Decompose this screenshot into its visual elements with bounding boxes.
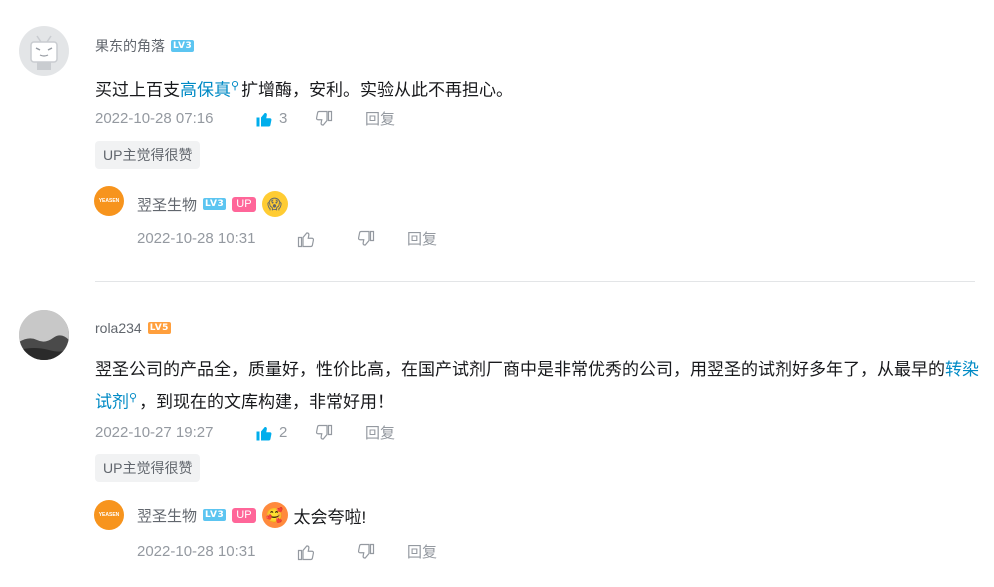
level-badge: LV3 xyxy=(171,40,195,52)
level-badge: LV5 xyxy=(147,322,171,334)
comment-text-part: ，到现在的文库构建，非常好用！ xyxy=(139,392,395,412)
up-liked-tag: UP主觉得很赞 xyxy=(95,141,201,169)
comment-text: 买过上百支高保真⚲ 扩增酶，安利。实验从此不再担心。 xyxy=(95,72,980,105)
comment-text-part: 买过上百支 xyxy=(95,80,180,100)
up-liked-tag: UP主觉得很赞 xyxy=(95,454,201,482)
like-button[interactable] xyxy=(297,543,357,561)
user-avatar[interactable] xyxy=(19,310,69,360)
emoji-icon: 😱 xyxy=(261,191,288,217)
reply-avatar[interactable]: YEASEN xyxy=(94,186,124,216)
thumb-down-icon xyxy=(357,543,375,559)
search-link[interactable]: 高保真 xyxy=(180,81,231,100)
thumb-up-icon xyxy=(256,426,272,440)
comment-meta: 2022-10-27 19:27 2 回复 xyxy=(95,422,395,443)
comment-time: 2022-10-27 19:27 xyxy=(95,424,214,441)
up-badge: UP xyxy=(232,507,256,523)
comment-divider xyxy=(95,281,975,282)
reply-avatar[interactable]: YEASEN xyxy=(94,500,124,530)
search-icon: ⚲ xyxy=(231,80,240,92)
reply-username-row: 翌圣生物 LV3 UP 🥰 太会夸啦! xyxy=(137,502,366,528)
username-text[interactable]: rola234 xyxy=(95,320,142,336)
reply-meta: 2022-10-28 10:31 回复 xyxy=(137,228,437,249)
like-button[interactable] xyxy=(297,230,357,248)
dislike-button[interactable] xyxy=(315,110,365,128)
username-text[interactable]: 果东的角落 xyxy=(95,36,165,56)
emoji-icon: 🥰 xyxy=(261,502,288,528)
like-button[interactable]: 3 xyxy=(255,110,315,128)
thumb-down-icon xyxy=(315,110,333,126)
like-count: 2 xyxy=(279,424,288,441)
landscape-avatar-icon xyxy=(19,310,69,360)
reply-button[interactable]: 回复 xyxy=(407,541,437,562)
reply-username-row: 翌圣生物 LV3 UP 😱 xyxy=(137,191,288,217)
thumb-up-icon xyxy=(297,231,315,247)
level-badge: LV3 xyxy=(203,198,227,210)
thumb-up-icon xyxy=(297,544,315,560)
reply-time: 2022-10-28 10:31 xyxy=(137,543,256,560)
reply-button[interactable]: 回复 xyxy=(365,108,395,129)
up-badge: UP xyxy=(232,196,256,212)
reply-meta: 2022-10-28 10:31 回复 xyxy=(137,541,437,562)
like-count: 3 xyxy=(279,110,288,127)
comment-username[interactable]: 果东的角落 LV3 xyxy=(95,36,195,56)
dislike-button[interactable] xyxy=(357,230,407,248)
dislike-button[interactable] xyxy=(357,543,407,561)
comment-time: 2022-10-28 07:16 xyxy=(95,110,214,127)
reply-button[interactable]: 回复 xyxy=(365,422,395,443)
reply-time: 2022-10-28 10:31 xyxy=(137,230,256,247)
level-badge: LV3 xyxy=(203,509,227,521)
comment-text: 翌圣公司的产品全，质量好，性价比高，在国产试剂厂商中是非常优秀的公司，用翌圣的试… xyxy=(95,355,980,417)
reply-username[interactable]: 翌圣生物 xyxy=(137,505,197,526)
thumb-down-icon xyxy=(315,424,333,440)
thumb-up-icon xyxy=(256,112,272,126)
comment-meta: 2022-10-28 07:16 3 回复 xyxy=(95,108,395,129)
reply-text: 太会夸啦! xyxy=(293,507,367,527)
comment-text-part: 翌圣公司的产品全，质量好，性价比高，在国产试剂厂商中是非常优秀的公司，用翌圣的试… xyxy=(95,360,945,379)
comment-text-part: 扩增酶，安利。实验从此不再担心。 xyxy=(241,80,514,100)
comment-username[interactable]: rola234 LV5 xyxy=(95,320,171,336)
user-avatar[interactable] xyxy=(19,26,69,76)
tv-avatar-icon xyxy=(30,35,58,70)
reply-button[interactable]: 回复 xyxy=(407,228,437,249)
like-button[interactable]: 2 xyxy=(255,424,315,442)
search-icon: ⚲ xyxy=(129,392,138,404)
thumb-down-icon xyxy=(357,230,375,246)
dislike-button[interactable] xyxy=(315,424,365,442)
reply-username[interactable]: 翌圣生物 xyxy=(137,194,197,215)
